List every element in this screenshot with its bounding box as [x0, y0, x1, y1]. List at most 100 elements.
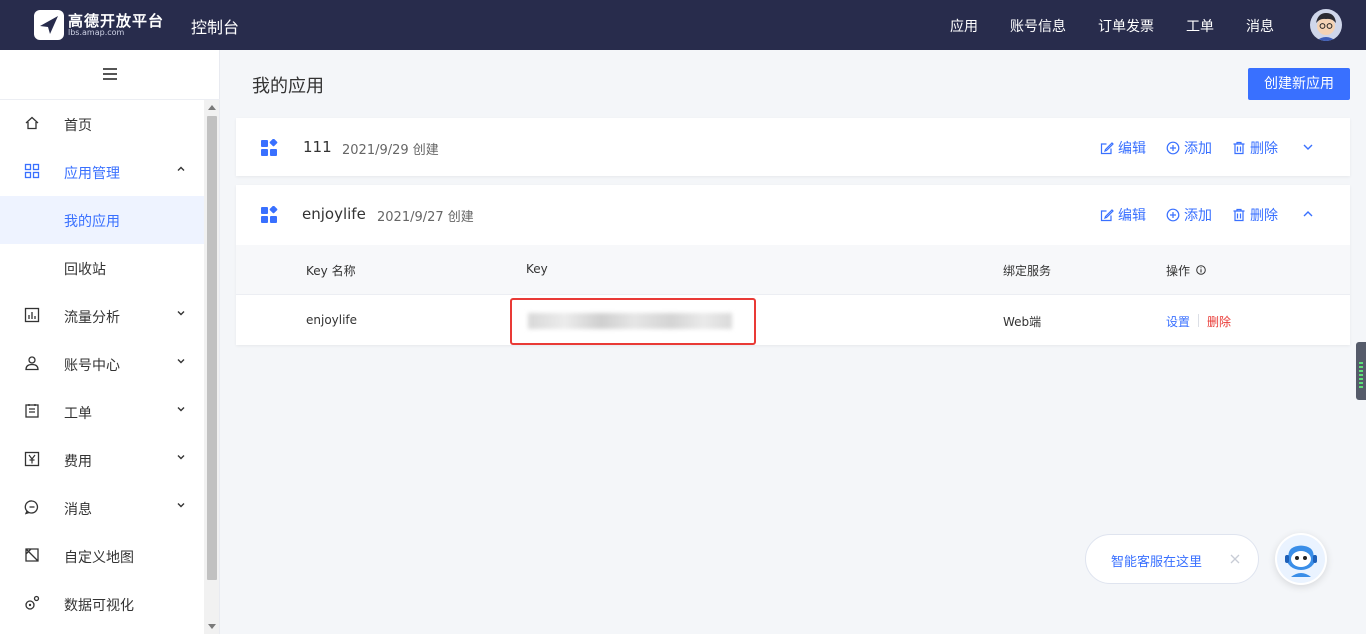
chevron-up-icon	[177, 166, 185, 171]
sidebar-item-traffic-analysis[interactable]: 流量分析	[0, 292, 204, 340]
add-label: 添加	[1184, 141, 1212, 157]
add-circle-icon	[1166, 208, 1180, 222]
home-icon	[25, 116, 39, 130]
sidebar-item-label: 账号中心	[64, 358, 120, 374]
sidebar-item-label: 数据可视化	[64, 598, 134, 614]
ticket-icon	[25, 404, 39, 418]
settings-link[interactable]: 设置	[1166, 313, 1190, 330]
sidebar-item-billing[interactable]: 费用	[0, 436, 204, 484]
app-created-date: 2021/9/29 创建	[342, 143, 439, 158]
top-bar: 高德开放平台 lbs.amap.com 控制台 应用 账号信息 订单发票 工单 …	[0, 0, 1366, 50]
user-icon	[25, 356, 39, 371]
page-title: 我的应用	[252, 76, 324, 97]
edit-button[interactable]: 编辑	[1100, 138, 1146, 158]
sidebar-item-data-visualization[interactable]: 数据可视化	[0, 580, 204, 628]
chevron-down-icon	[177, 359, 185, 364]
scroll-down-arrow-icon[interactable]	[208, 624, 216, 629]
add-button[interactable]: 添加	[1166, 138, 1212, 158]
column-header-actions: 操作	[1166, 264, 1191, 278]
app-name: 111	[303, 138, 332, 156]
edit-button[interactable]: 编辑	[1100, 205, 1146, 225]
user-avatar[interactable]	[1310, 9, 1342, 41]
nav-messages[interactable]: 消息	[1246, 16, 1274, 36]
app-icon	[261, 206, 278, 223]
delete-button[interactable]: 删除	[1232, 138, 1278, 158]
column-header-bound-service: 绑定服务	[1003, 264, 1052, 278]
chat-assistant-pill[interactable]: 智能客服在这里	[1085, 534, 1259, 584]
console-title[interactable]: 控制台	[191, 14, 239, 38]
sidebar-item-messages[interactable]: 消息	[0, 484, 204, 532]
key-highlight-box	[510, 298, 756, 345]
delete-label: 删除	[1250, 141, 1278, 157]
close-icon[interactable]	[1228, 552, 1242, 566]
column-header-key-name: Key 名称	[306, 264, 356, 278]
delete-button[interactable]: 删除	[1232, 205, 1278, 225]
edit-label: 编辑	[1118, 208, 1146, 224]
sidebar-item-home[interactable]: 首页	[0, 100, 204, 148]
trash-icon	[1233, 208, 1245, 222]
app-card: enjoylife 2021/9/27 创建 编辑 添加 删除 Key 名称 K…	[236, 185, 1350, 345]
trash-icon	[1233, 141, 1245, 155]
chart-icon	[24, 307, 40, 323]
visual-icon	[25, 595, 40, 610]
sidebar-item-custom-map[interactable]: 自定义地图	[0, 532, 204, 580]
app-card: 111 2021/9/29 创建 编辑 添加 删除	[236, 118, 1350, 176]
sidebar-item-label: 费用	[64, 454, 92, 470]
side-edge-tab[interactable]	[1356, 342, 1366, 400]
app-name: enjoylife	[302, 205, 366, 223]
sidebar: 首页 应用管理 我的应用 回收站 流量分析 账号中心 工单 费用 消息 自定义地…	[0, 50, 220, 634]
chat-assistant-label: 智能客服在这里	[1111, 555, 1203, 570]
op-separator	[1198, 314, 1199, 327]
grid-icon	[24, 163, 40, 179]
logo-mark-icon	[34, 10, 64, 40]
key-name-cell: enjoylife	[306, 313, 358, 327]
sidebar-item-label: 回收站	[64, 262, 106, 278]
sidebar-item-label: 应用管理	[64, 166, 120, 182]
key-table-header: Key 名称 Key 绑定服务 操作	[236, 245, 1350, 295]
amap-logo[interactable]: 高德开放平台 lbs.amap.com	[34, 10, 163, 40]
add-label: 添加	[1184, 208, 1212, 224]
expand-chevron-down-icon[interactable]	[1302, 141, 1314, 153]
edit-label: 编辑	[1118, 141, 1146, 157]
sidebar-item-account-center[interactable]: 账号中心	[0, 340, 204, 388]
chevron-down-icon	[177, 503, 185, 508]
chevron-down-icon	[177, 311, 185, 316]
sidebar-item-label: 消息	[64, 502, 92, 518]
scroll-up-arrow-icon[interactable]	[208, 105, 216, 110]
message-icon	[24, 500, 39, 515]
sidebar-item-my-apps[interactable]: 我的应用	[0, 196, 204, 244]
sidebar-item-label: 首页	[64, 118, 92, 134]
app-created-date: 2021/9/27 创建	[377, 210, 474, 225]
sidebar-item-app-management[interactable]: 应用管理	[0, 148, 204, 196]
delete-key-link[interactable]: 删除	[1207, 313, 1231, 330]
create-app-button[interactable]: 创建新应用	[1248, 68, 1350, 100]
sidebar-item-label: 工单	[64, 406, 92, 422]
chat-bot-avatar[interactable]	[1275, 533, 1327, 585]
chevron-down-icon	[177, 455, 185, 460]
menu-toggle-icon[interactable]	[103, 68, 117, 83]
sidebar-item-label: 自定义地图	[64, 550, 134, 566]
add-circle-icon	[1166, 141, 1180, 155]
edit-icon	[1100, 142, 1114, 155]
nav-tickets[interactable]: 工单	[1186, 16, 1214, 36]
bound-service-cell: Web端	[1003, 315, 1042, 329]
sidebar-item-label: 流量分析	[64, 310, 120, 326]
sidebar-item-recycle-bin[interactable]: 回收站	[0, 244, 204, 292]
chevron-down-icon	[177, 407, 185, 412]
info-icon[interactable]	[1196, 265, 1206, 275]
sidebar-scrollbar[interactable]	[204, 100, 219, 634]
yen-icon	[24, 451, 40, 467]
column-header-key: Key	[526, 262, 548, 276]
collapse-chevron-up-icon[interactable]	[1302, 208, 1314, 220]
add-button[interactable]: 添加	[1166, 205, 1212, 225]
nav-account-info[interactable]: 账号信息	[1010, 16, 1066, 36]
sidebar-item-tickets[interactable]: 工单	[0, 388, 204, 436]
delete-label: 删除	[1250, 208, 1278, 224]
logo-subtext: lbs.amap.com	[68, 28, 125, 37]
scroll-thumb[interactable]	[207, 116, 217, 580]
nav-orders-invoices[interactable]: 订单发票	[1098, 16, 1154, 36]
nav-apps-link[interactable]: 应用	[950, 16, 978, 36]
map-icon	[25, 548, 39, 562]
edit-icon	[1100, 209, 1114, 222]
app-icon	[261, 139, 278, 156]
